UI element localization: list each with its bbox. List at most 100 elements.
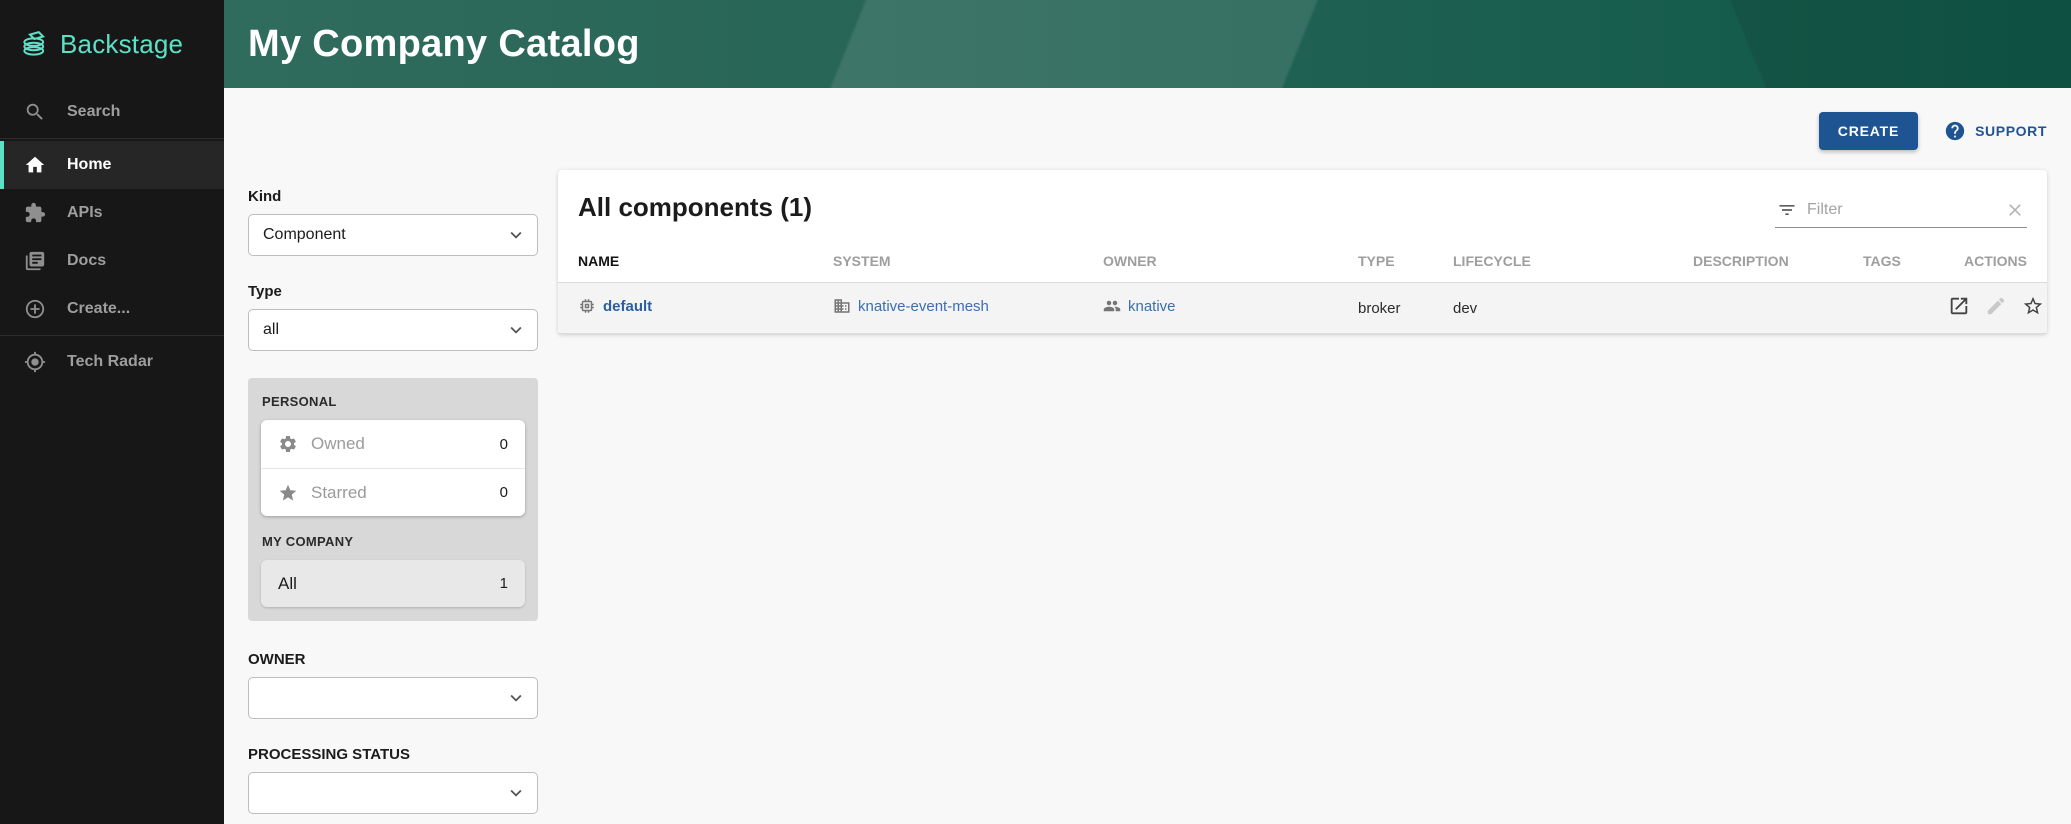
owner-label: OWNER [248,651,538,668]
brand-name: Backstage [60,29,183,60]
owned-filter-option[interactable]: Owned 0 [261,420,525,468]
type-select[interactable]: all [248,309,538,351]
processing-status-filter: PROCESSING STATUS [248,746,538,814]
page-header: My Company Catalog [224,0,2071,88]
owner-name: knative [1128,298,1176,315]
all-filter-option[interactable]: All 1 [261,560,525,607]
sidebar-item-label: APIs [67,204,103,222]
column-header-system[interactable]: SYSTEM [813,238,1083,283]
open-in-new-icon[interactable] [1948,295,1970,317]
description-cell [1673,283,1843,334]
lifecycle-cell: dev [1433,283,1673,334]
component-icon [578,297,596,315]
docs-icon [24,250,46,272]
processing-status-select[interactable] [248,772,538,814]
type-value: all [263,321,279,339]
column-header-lifecycle[interactable]: LIFECYCLE [1433,238,1673,283]
clear-icon[interactable] [2005,200,2025,220]
starred-filter-option[interactable]: Starred 0 [261,468,525,516]
filter-icon [1777,200,1797,220]
table-filter-field[interactable] [1775,196,2027,228]
type-label: Type [248,283,538,300]
create-button[interactable]: CREATE [1819,112,1918,150]
support-label: SUPPORT [1975,123,2047,139]
owner-link[interactable]: knative [1103,297,1176,315]
all-label: All [278,574,297,594]
chevron-down-icon [505,224,527,246]
filter-panel: Kind Component Type all PERSONAL [248,170,538,824]
sidebar: Backstage Search Home APIs Docs Create..… [0,0,224,824]
system-icon [833,297,851,315]
starred-label: Starred [311,483,367,503]
company-section-title: MY COMPANY [262,534,525,549]
table-header-row: NAME SYSTEM OWNER TYPE LIFECYCLE DESCRIP… [558,238,2047,283]
column-header-description[interactable]: DESCRIPTION [1673,238,1843,283]
table-title: All components (1) [578,192,812,223]
column-header-name[interactable]: NAME [558,238,813,283]
tags-cell [1843,283,1928,334]
sidebar-item-apis[interactable]: APIs [0,189,224,237]
toolbar: CREATE SUPPORT [248,112,2047,150]
type-cell: broker [1338,283,1433,334]
chevron-down-icon [505,319,527,341]
all-count: 1 [500,575,508,592]
sidebar-item-label: Docs [67,252,106,270]
gear-icon [278,434,298,454]
components-table-card: All components (1) NAME [558,170,2047,334]
components-table: NAME SYSTEM OWNER TYPE LIFECYCLE DESCRIP… [558,238,2047,334]
main-area: My Company Catalog CREATE SUPPORT Kind C… [224,0,2071,824]
kind-label: Kind [248,188,538,205]
sidebar-divider [0,138,224,139]
sidebar-item-label: Tech Radar [67,353,153,371]
search-icon [24,101,46,123]
chevron-down-icon [505,687,527,709]
system-name: knative-event-mesh [858,298,989,315]
help-icon [1944,120,1966,142]
edit-icon[interactable] [1985,295,2007,317]
column-header-owner[interactable]: OWNER [1083,238,1338,283]
actions-cell [1928,283,2047,334]
page-title: My Company Catalog [224,0,2071,88]
backstage-logo-icon [20,29,50,59]
content-area: CREATE SUPPORT Kind Component Type [224,88,2071,824]
sidebar-item-docs[interactable]: Docs [0,237,224,285]
ownership-filter-card: PERSONAL Owned 0 Starred 0 MY [248,378,538,621]
chevron-down-icon [505,782,527,804]
entity-name-link[interactable]: default [578,297,652,315]
owned-count: 0 [500,436,508,453]
system-link[interactable]: knative-event-mesh [833,297,989,315]
sidebar-item-label: Search [67,103,120,121]
backstage-logo[interactable]: Backstage [0,0,224,88]
owner-group-icon [1103,297,1121,315]
type-filter: Type all [248,283,538,351]
tech-radar-icon [24,351,46,373]
star-icon [278,483,298,503]
sidebar-item-label: Home [67,156,111,174]
processing-status-label: PROCESSING STATUS [248,746,538,763]
kind-value: Component [263,226,346,244]
owner-select[interactable] [248,677,538,719]
sidebar-item-label: Create... [67,300,130,318]
owned-label: Owned [311,434,365,454]
support-button[interactable]: SUPPORT [1944,120,2047,142]
puzzle-icon [24,202,46,224]
home-icon [24,154,46,176]
personal-options: Owned 0 Starred 0 [261,420,525,516]
column-header-type[interactable]: TYPE [1338,238,1433,283]
sidebar-item-search[interactable]: Search [0,88,224,136]
owner-filter: OWNER [248,651,538,719]
star-border-icon[interactable] [2022,295,2044,317]
sidebar-item-tech-radar[interactable]: Tech Radar [0,338,224,386]
table-filter-input[interactable] [1807,201,1995,219]
starred-count: 0 [500,484,508,501]
kind-select[interactable]: Component [248,214,538,256]
add-circle-icon [24,298,46,320]
column-header-tags[interactable]: TAGS [1843,238,1928,283]
column-header-actions: ACTIONS [1928,238,2047,283]
sidebar-item-create[interactable]: Create... [0,285,224,333]
sidebar-divider [0,335,224,336]
sidebar-item-home[interactable]: Home [0,141,224,189]
entity-name: default [603,298,652,315]
table-row: default knative-event-mesh [558,283,2047,334]
kind-filter: Kind Component [248,188,538,256]
